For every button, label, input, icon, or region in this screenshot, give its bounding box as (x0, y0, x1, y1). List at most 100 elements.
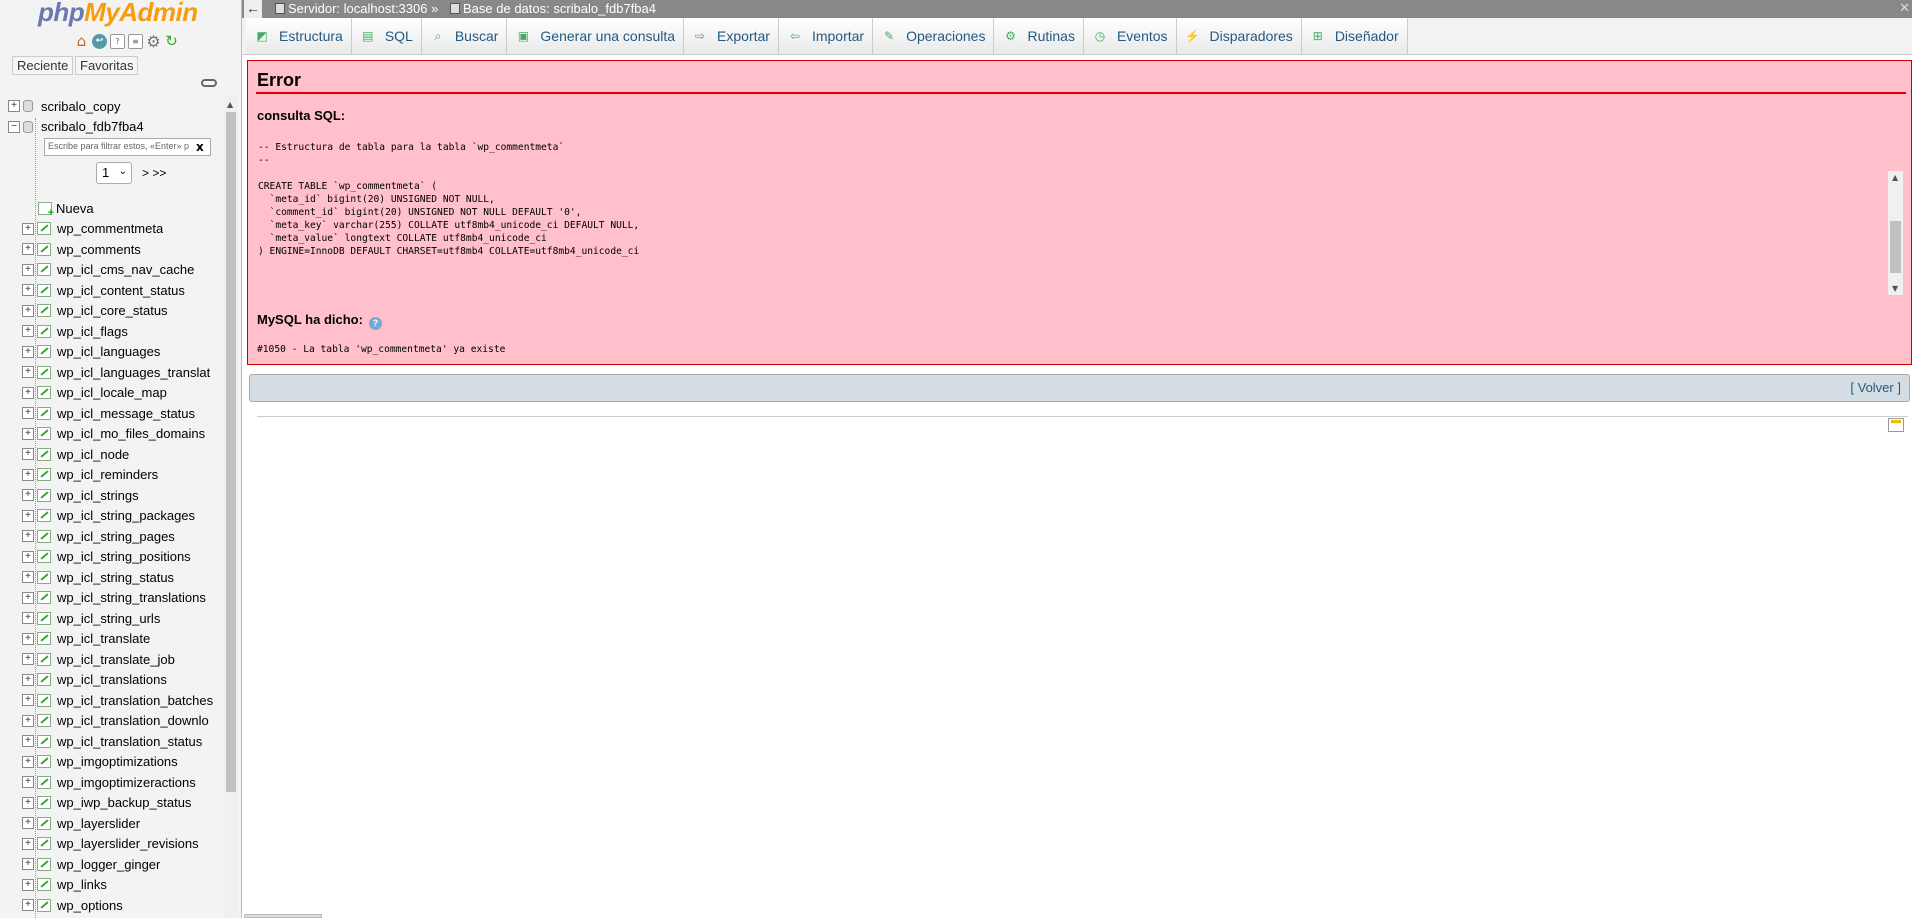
table-item[interactable]: + wp_icl_strings (8, 485, 226, 506)
expand-icon[interactable]: + (22, 571, 34, 584)
help-icon[interactable]: ? (368, 317, 382, 330)
table-item[interactable]: + wp_imgoptimizeractions (8, 772, 226, 793)
table-item[interactable]: + wp_icl_translation_downlo (8, 711, 226, 732)
sql-scrollbar[interactable]: ▲ ▼ (1888, 171, 1903, 295)
tab-exportar[interactable]: ⇨ Exportar (684, 18, 779, 54)
tree-db-scribalo-copy[interactable]: + scribalo_copy (8, 96, 226, 117)
table-item[interactable]: + wp_icl_content_status (8, 280, 226, 301)
tab-rutinas[interactable]: ⚙ Rutinas (994, 18, 1084, 54)
tab-recent[interactable]: Reciente (12, 56, 74, 75)
sql-scrollbar-thumb[interactable] (1890, 221, 1901, 273)
collapse-nav-button[interactable]: ← (244, 0, 262, 18)
table-item[interactable]: + wp_iwp_backup_status (8, 793, 226, 814)
close-icon[interactable]: ✕ (1899, 0, 1910, 16)
table-item[interactable]: + wp_icl_translate (8, 629, 226, 650)
console-toggle-icon[interactable] (1888, 418, 1904, 432)
expand-icon[interactable]: + (22, 243, 34, 256)
table-item[interactable]: + wp_links (8, 875, 226, 896)
expand-icon[interactable]: + (22, 468, 34, 481)
expand-icon[interactable]: + (22, 837, 34, 850)
tab-generar-una-consulta[interactable]: ▣ Generar una consulta (507, 18, 685, 54)
console-tab[interactable] (244, 914, 322, 918)
scroll-up-icon[interactable]: ▲ (227, 100, 233, 109)
tab-importar[interactable]: ⇦ Importar (778, 18, 874, 54)
tab-estructura[interactable]: ◩ Estructura (246, 18, 352, 54)
table-item[interactable]: + wp_logger_ginger (8, 854, 226, 875)
help-icon[interactable]: ? (110, 34, 125, 49)
next-page-link[interactable]: > >> (142, 166, 166, 180)
home-icon[interactable]: ⌂ (74, 34, 89, 49)
table-item[interactable]: + wp_icl_flags (8, 321, 226, 342)
expand-icon[interactable]: + (22, 735, 34, 748)
table-item[interactable]: + wp_icl_languages_translat (8, 362, 226, 383)
table-item[interactable]: + wp_icl_mo_files_domains (8, 424, 226, 445)
table-item[interactable]: + wp_layerslider_revisions (8, 834, 226, 855)
tab-diseñador[interactable]: ⊞ Diseñador (1301, 18, 1408, 54)
table-item[interactable]: + wp_icl_string_status (8, 567, 226, 588)
tab-operaciones[interactable]: ✎ Operaciones (873, 18, 995, 54)
table-item[interactable]: + wp_options (8, 895, 226, 916)
tab-buscar[interactable]: ⌕ Buscar (421, 18, 508, 54)
expand-icon[interactable]: + (22, 345, 34, 358)
expand-icon[interactable]: + (22, 427, 34, 440)
phpmyadmin-logo[interactable]: phpMyAdmin (38, 0, 198, 28)
table-item[interactable]: + wp_commentmeta (8, 219, 226, 240)
table-item[interactable]: + wp_icl_translate_job (8, 649, 226, 670)
expand-icon[interactable]: + (22, 263, 34, 276)
expand-icon[interactable]: + (22, 899, 34, 912)
tree-item-new[interactable]: Nueva (8, 198, 226, 219)
expand-icon[interactable]: + (22, 550, 34, 563)
expand-icon[interactable]: + (22, 304, 34, 317)
sql-query-box[interactable]: -- Estructura de tabla para la tabla `wp… (257, 141, 1904, 257)
table-filter-input[interactable]: Escribe para filtrar estos, «Enter» p (44, 138, 211, 156)
table-item[interactable]: + wp_icl_core_status (8, 301, 226, 322)
expand-icon[interactable]: + (22, 632, 34, 645)
expand-icon[interactable]: + (22, 612, 34, 625)
expand-icon[interactable]: + (22, 386, 34, 399)
expand-icon[interactable]: + (22, 530, 34, 543)
link-with-main-panel-icon[interactable] (201, 79, 217, 87)
expand-icon[interactable]: + (22, 878, 34, 891)
table-item[interactable]: + wp_icl_cms_nav_cache (8, 260, 226, 281)
volver-link[interactable]: Volver (1858, 380, 1894, 395)
gear-icon[interactable]: ⚙ (146, 33, 161, 49)
expand-icon[interactable]: + (22, 694, 34, 707)
collapse-icon[interactable]: − (8, 120, 20, 133)
table-item[interactable]: + wp_icl_reminders (8, 465, 226, 486)
tree-db-scribalo-fdb7fba4[interactable]: − scribalo_fdb7fba4 (8, 117, 226, 138)
expand-icon[interactable]: + (22, 817, 34, 830)
table-item[interactable]: + wp_icl_translations (8, 670, 226, 691)
expand-icon[interactable]: + (22, 673, 34, 686)
logout-icon[interactable]: ↩ (92, 34, 107, 49)
table-item[interactable]: + wp_icl_string_positions (8, 547, 226, 568)
clear-filter-button[interactable]: x (196, 140, 204, 154)
expand-icon[interactable]: + (22, 284, 34, 297)
expand-icon[interactable]: + (22, 714, 34, 727)
nav-scrollbar-thumb[interactable] (226, 112, 236, 792)
table-item[interactable]: + wp_icl_string_packages (8, 506, 226, 527)
table-item[interactable]: + wp_layerslider (8, 813, 226, 834)
table-item[interactable]: + wp_icl_string_pages (8, 526, 226, 547)
table-item[interactable]: + wp_icl_translation_batches (8, 690, 226, 711)
scroll-up-icon[interactable]: ▲ (1892, 173, 1898, 182)
expand-icon[interactable]: + (8, 100, 20, 113)
expand-icon[interactable]: + (22, 755, 34, 768)
expand-icon[interactable]: + (22, 448, 34, 461)
table-item[interactable]: + wp_icl_node (8, 444, 226, 465)
table-item[interactable]: + wp_imgoptimizations (8, 752, 226, 773)
nav-scrollbar[interactable]: ▲ (224, 96, 238, 918)
breadcrumb-database[interactable]: Base de datos: scribalo_fdb7fba4 (450, 1, 656, 16)
expand-icon[interactable]: + (22, 776, 34, 789)
scroll-down-icon[interactable]: ▼ (1892, 284, 1898, 293)
expand-icon[interactable]: + (22, 366, 34, 379)
documentation-icon[interactable]: ≡ (128, 34, 143, 49)
expand-icon[interactable]: + (22, 489, 34, 502)
table-item[interactable]: + wp_comments (8, 239, 226, 260)
tab-eventos[interactable]: ◷ Eventos (1083, 18, 1177, 54)
table-item[interactable]: + wp_icl_string_urls (8, 608, 226, 629)
table-item[interactable]: + wp_icl_translation_status (8, 731, 226, 752)
expand-icon[interactable]: + (22, 325, 34, 338)
table-item[interactable]: + wp_icl_locale_map (8, 383, 226, 404)
expand-icon[interactable]: + (22, 509, 34, 522)
expand-icon[interactable]: + (22, 858, 34, 871)
